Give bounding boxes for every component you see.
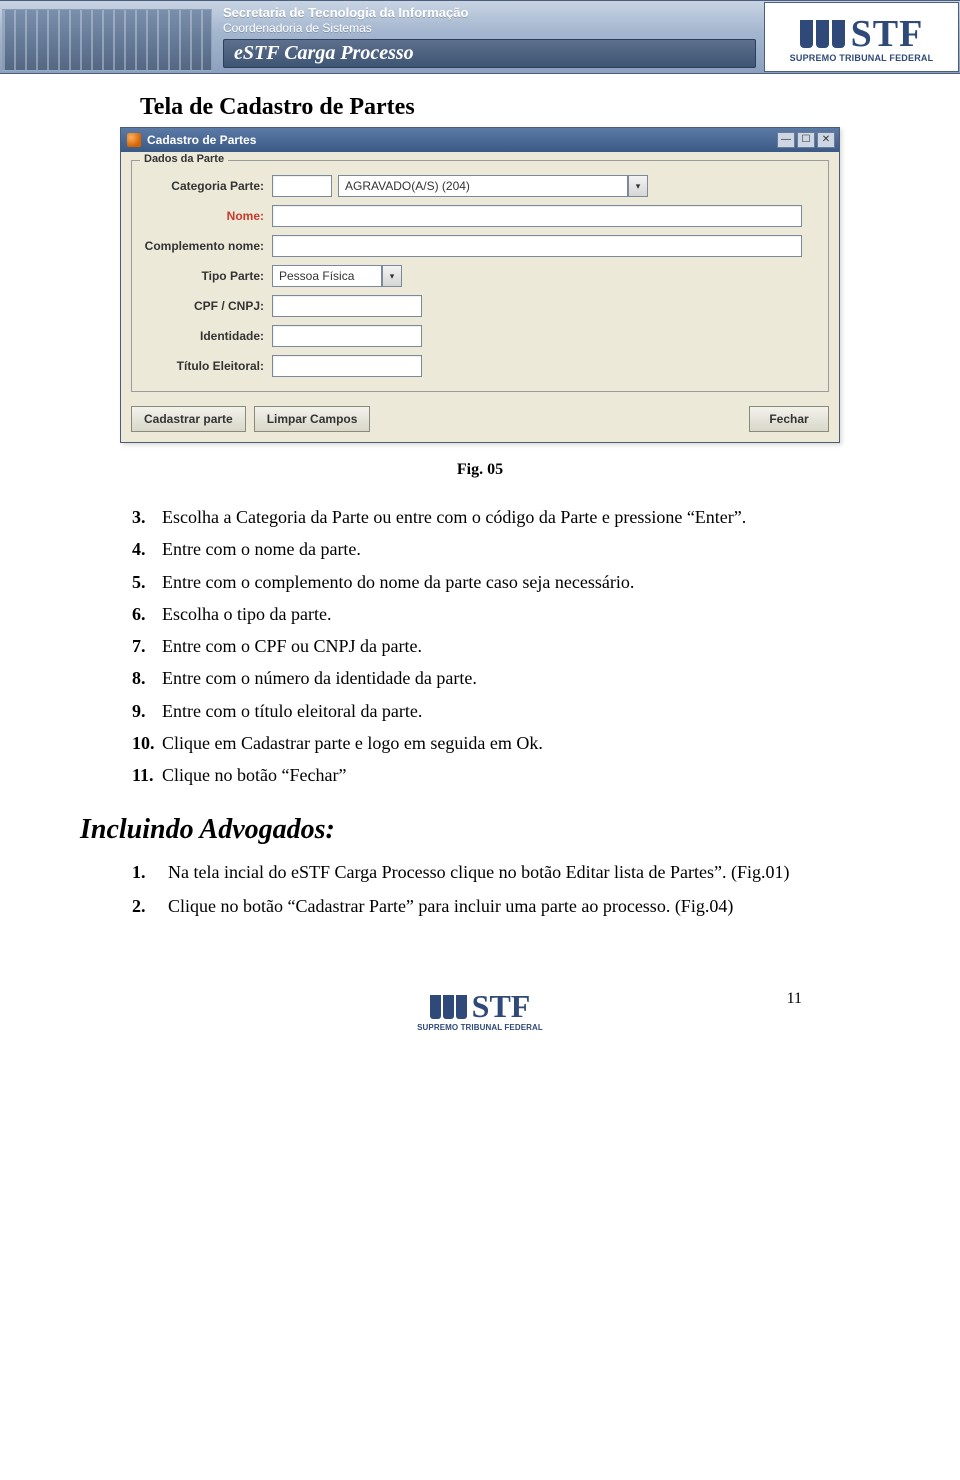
list-item: Entre com o número da identidade da part… (162, 666, 850, 690)
chevron-down-icon[interactable]: ▾ (382, 265, 402, 287)
list-item: Entre com o nome da parte. (162, 537, 850, 561)
banner-line1: Secretaria de Tecnologia da Informação (223, 5, 756, 20)
dados-da-parte-fieldset: Dados da Parte Categoria Parte: AGRAVADO… (131, 160, 829, 392)
list-item: Escolha a Categoria da Parte ou entre co… (162, 505, 850, 529)
identidade-input[interactable] (272, 325, 422, 347)
page-title: Tela de Cadastro de Partes (140, 94, 880, 121)
label-tipo: Tipo Parte: (142, 269, 272, 283)
label-titulo-eleitoral: Título Eleitoral: (142, 359, 272, 373)
label-identidade: Identidade: (142, 329, 272, 343)
list-num: 11. (132, 763, 162, 787)
cpf-input[interactable] (272, 295, 422, 317)
stf-bars-icon (430, 995, 467, 1019)
banner-line2: Coordenadoria de Sistemas (223, 21, 756, 35)
list-num: 8. (132, 666, 162, 690)
categoria-select-value: AGRAVADO(A/S) (204) (338, 175, 628, 197)
stf-logo: STF (800, 12, 924, 56)
tipo-select[interactable]: Pessoa Física ▾ (272, 265, 402, 287)
banner-image (0, 1, 215, 73)
list-num: 1. (132, 860, 168, 884)
stf-logo-text: STF (851, 12, 924, 56)
maximize-button[interactable]: ☐ (797, 132, 815, 148)
label-complemento: Complemento nome: (142, 239, 272, 253)
list-num: 6. (132, 602, 162, 626)
java-cup-icon (127, 133, 141, 147)
list-item: Clique no botão “Cadastrar Parte” para i… (168, 894, 840, 918)
list-num: 9. (132, 699, 162, 723)
complemento-input[interactable] (272, 235, 802, 257)
list-item: Clique no botão “Fechar” (162, 763, 850, 787)
label-categoria: Categoria Parte: (142, 179, 272, 193)
limpar-campos-button[interactable]: Limpar Campos (254, 406, 371, 432)
figure-caption: Fig. 05 (80, 461, 880, 479)
stf-bars-icon (800, 20, 845, 48)
list-item: Clique em Cadastrar parte e logo em segu… (162, 731, 850, 755)
stf-logo-block: STF SUPREMO TRIBUNAL FEDERAL (764, 2, 959, 72)
titulo-eleitoral-input[interactable] (272, 355, 422, 377)
list-num: 10. (132, 731, 162, 755)
banner-text: Secretaria de Tecnologia da Informação C… (215, 1, 764, 73)
instructions-list-b: 1.Na tela incial do eSTF Carga Processo … (132, 860, 840, 919)
fechar-button[interactable]: Fechar (749, 406, 829, 432)
list-item: Entre com o título eleitoral da parte. (162, 699, 850, 723)
tipo-select-value: Pessoa Física (272, 265, 382, 287)
stf-logo: STF (430, 988, 531, 1025)
top-banner: Secretaria de Tecnologia da Informação C… (0, 0, 960, 74)
categoria-code-input[interactable] (272, 175, 332, 197)
section-heading: Incluindo Advogados: (80, 814, 880, 846)
label-nome: Nome: (142, 209, 272, 223)
building-image (2, 9, 212, 71)
label-cpf: CPF / CNPJ: (142, 299, 272, 313)
nome-input[interactable] (272, 205, 802, 227)
window-title: Cadastro de Partes (147, 133, 771, 147)
window-titlebar: Cadastro de Partes — ☐ ✕ (121, 128, 839, 152)
list-num: 5. (132, 570, 162, 594)
categoria-select[interactable]: AGRAVADO(A/S) (204) ▾ (338, 175, 648, 197)
list-item: Entre com o complemento do nome da parte… (162, 570, 850, 594)
list-item: Na tela incial do eSTF Carga Processo cl… (168, 860, 840, 884)
cadastro-window: Cadastro de Partes — ☐ ✕ Dados da Parte … (120, 127, 840, 443)
chevron-down-icon[interactable]: ▾ (628, 175, 648, 197)
page-number: 11 (787, 990, 802, 1008)
fieldset-legend: Dados da Parte (140, 153, 228, 165)
cadastrar-parte-button[interactable]: Cadastrar parte (131, 406, 246, 432)
list-num: 4. (132, 537, 162, 561)
stf-logo-subtitle: SUPREMO TRIBUNAL FEDERAL (417, 1023, 543, 1032)
list-num: 3. (132, 505, 162, 529)
list-num: 7. (132, 634, 162, 658)
instructions-list: 3.Escolha a Categoria da Parte ou entre … (132, 505, 850, 788)
minimize-button[interactable]: — (777, 132, 795, 148)
list-item: Escolha o tipo da parte. (162, 602, 850, 626)
banner-title: eSTF Carga Processo (223, 39, 756, 68)
list-item: Entre com o CPF ou CNPJ da parte. (162, 634, 850, 658)
close-button[interactable]: ✕ (817, 132, 835, 148)
stf-logo-text: STF (472, 988, 531, 1025)
page-footer: STF SUPREMO TRIBUNAL FEDERAL 11 (80, 988, 880, 1032)
stf-logo-subtitle: SUPREMO TRIBUNAL FEDERAL (790, 53, 934, 63)
list-num: 2. (132, 894, 168, 918)
